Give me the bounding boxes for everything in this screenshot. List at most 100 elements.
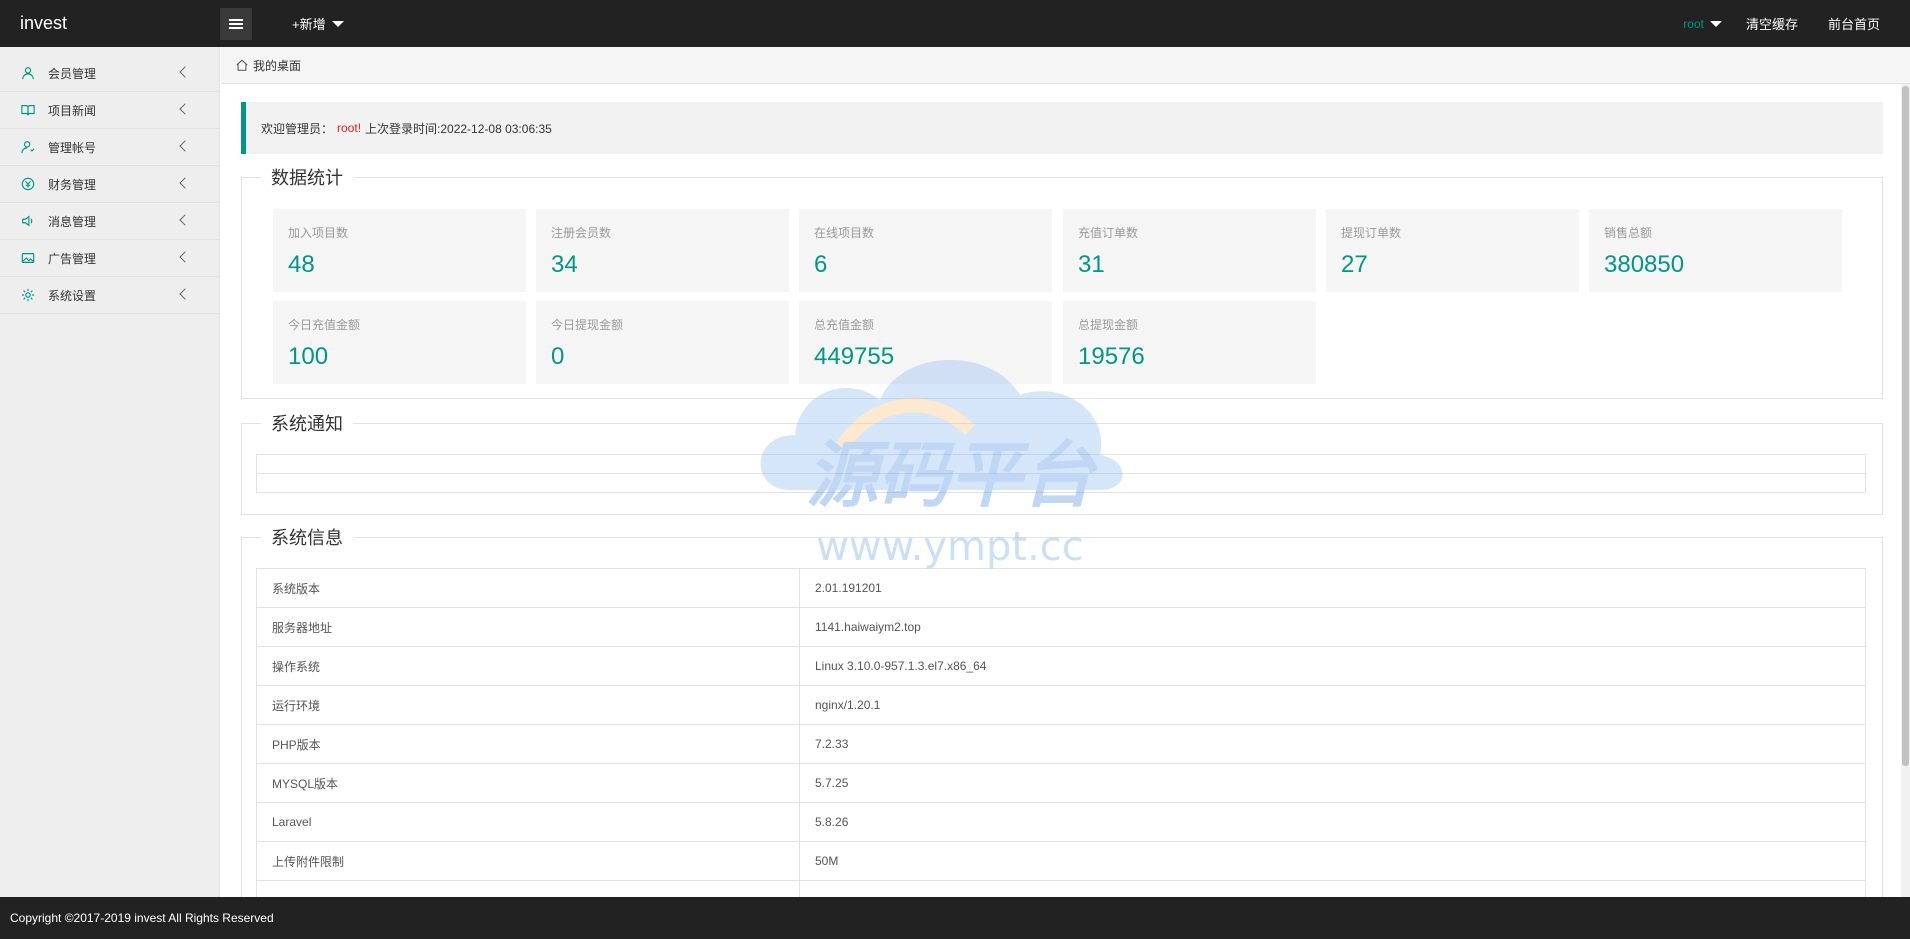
welcome-banner: 欢迎管理员： root! 上次登录时间:2022-12-08 03:06:35: [241, 102, 1883, 154]
sidebar-item-label: 项目新闻: [48, 103, 97, 118]
stat-value: 0: [551, 343, 565, 370]
stat-card: 加入项目数 48: [273, 209, 526, 292]
sidebar-item-label: 系统设置: [48, 288, 97, 303]
sidebar-item-label: 会员管理: [48, 66, 97, 81]
info-key: 服务器地址: [256, 607, 800, 647]
tab-my-desktop[interactable]: 我的桌面: [235, 57, 301, 74]
sidebar-item-ads[interactable]: 广告管理: [0, 240, 219, 277]
info-value: 2.01.191201: [799, 568, 1866, 608]
table-row: Laravel 5.8.26: [256, 802, 1866, 842]
info-value: 1141.haiwaiym2.top: [799, 607, 1866, 647]
sidebar-item-members[interactable]: 会员管理: [0, 55, 219, 92]
stat-label: 总充值金额: [814, 318, 875, 332]
menu-toggle-button[interactable]: [220, 7, 252, 40]
content-scrollbar[interactable]: [1901, 84, 1910, 897]
image-icon: [20, 250, 36, 266]
app-logo[interactable]: invest: [0, 13, 220, 34]
table-row: PHP版本 7.2.33: [256, 724, 1866, 764]
table-row: 系统版本 2.01.191201: [256, 568, 1866, 608]
tab-bar: 我的桌面: [221, 47, 1910, 84]
stat-label: 注册会员数: [551, 226, 612, 240]
stat-card: 在线项目数 6: [799, 209, 1052, 292]
info-key: MYSQL版本: [256, 763, 800, 803]
stat-value: 6: [814, 251, 828, 278]
chevron-left-icon: [179, 214, 191, 226]
sidebar-item-admins[interactable]: 管理帐号: [0, 129, 219, 166]
sidebar-item-messages[interactable]: 消息管理: [0, 203, 219, 240]
user-name: root: [1683, 16, 1704, 31]
stat-value: 34: [551, 251, 578, 278]
scrollbar-thumb[interactable]: [1902, 86, 1909, 766]
chevron-left-icon: [179, 251, 191, 263]
footer: Copyright ©2017-2019 invest All Rights R…: [0, 897, 1910, 939]
home-icon: [236, 59, 248, 71]
book-icon: [20, 102, 36, 118]
info-value: 7.2.33: [799, 724, 1866, 764]
sysinfo-title: 系统信息: [261, 524, 353, 550]
notice-row: [256, 454, 1866, 474]
stat-value: 48: [288, 251, 315, 278]
notice-row: [256, 473, 1866, 493]
info-key: 运行环境: [256, 685, 800, 725]
copyright-text: Copyright ©2017-2019 invest All Rights R…: [10, 911, 274, 925]
sidebar-item-news[interactable]: 项目新闻: [0, 92, 219, 129]
info-value: Linux 3.10.0-957.1.3.el7.x86_64: [799, 646, 1866, 686]
main-content: 欢迎管理员： root! 上次登录时间:2022-12-08 03:06:35 …: [221, 84, 1901, 897]
caret-down-icon: [331, 20, 344, 27]
chevron-left-icon: [179, 288, 191, 300]
sidebar-item-settings[interactable]: 系统设置: [0, 277, 219, 314]
info-key: Laravel: [256, 802, 800, 842]
chevron-left-icon: [179, 103, 191, 115]
header-right: root 清空缓存 前台首页: [1683, 0, 1910, 47]
info-value: 5.8.26: [799, 802, 1866, 842]
stat-label: 总提现金额: [1078, 318, 1139, 332]
last-login-time: 上次登录时间:2022-12-08 03:06:35: [365, 121, 552, 136]
speaker-icon: [20, 213, 36, 229]
user-menu[interactable]: root: [1683, 17, 1722, 31]
info-value: nginx/1.20.1: [799, 685, 1866, 725]
stat-card: 今日充值金额 100: [273, 301, 526, 384]
stat-card: 总提现金额 19576: [1063, 301, 1316, 384]
stat-label: 在线项目数: [814, 226, 875, 240]
add-new-label: +新增: [292, 17, 326, 32]
hamburger-icon: [229, 22, 243, 25]
sidebar-item-label: 广告管理: [48, 251, 97, 266]
stat-label: 提现订单数: [1341, 226, 1402, 240]
stat-card: 注册会员数 34: [536, 209, 789, 292]
stat-value: 27: [1341, 251, 1368, 278]
clear-cache-link[interactable]: 清空缓存: [1746, 14, 1798, 33]
stat-label: 今日充值金额: [288, 318, 361, 332]
sidebar-item-finance[interactable]: 财务管理: [0, 166, 219, 203]
stat-value: 19576: [1078, 343, 1145, 370]
welcome-prefix: 欢迎管理员：: [261, 121, 334, 136]
welcome-user: root!: [337, 121, 362, 135]
table-row: MYSQL版本 5.7.25: [256, 763, 1866, 803]
table-row: [256, 880, 1866, 897]
stat-label: 今日提现金额: [551, 318, 624, 332]
gear-icon: [20, 287, 36, 303]
table-row: 运行环境 nginx/1.20.1: [256, 685, 1866, 725]
info-key: 操作系统: [256, 646, 800, 686]
info-key: PHP版本: [256, 724, 800, 764]
finance-icon: [20, 176, 36, 192]
stat-card: 今日提现金额 0: [536, 301, 789, 384]
info-key: 系统版本: [256, 568, 800, 608]
info-key: [256, 880, 800, 897]
chevron-left-icon: [179, 140, 191, 152]
sidebar-item-label: 消息管理: [48, 214, 97, 229]
stat-value: 100: [288, 343, 329, 370]
sidebar-item-label: 财务管理: [48, 177, 97, 192]
stat-label: 加入项目数: [288, 226, 349, 240]
stat-card: 提现订单数 27: [1326, 209, 1579, 292]
info-value: 5.7.25: [799, 763, 1866, 803]
admin-icon: [20, 139, 36, 155]
frontend-home-link[interactable]: 前台首页: [1828, 14, 1880, 33]
stat-value: 449755: [814, 343, 895, 370]
table-row: 服务器地址 1141.haiwaiym2.top: [256, 607, 1866, 647]
add-new-dropdown[interactable]: +新增: [292, 14, 344, 33]
sidebar-item-label: 管理帐号: [48, 140, 97, 155]
chevron-left-icon: [179, 177, 191, 189]
stat-card: 充值订单数 31: [1063, 209, 1316, 292]
stat-label: 充值订单数: [1078, 226, 1139, 240]
chevron-left-icon: [179, 66, 191, 78]
